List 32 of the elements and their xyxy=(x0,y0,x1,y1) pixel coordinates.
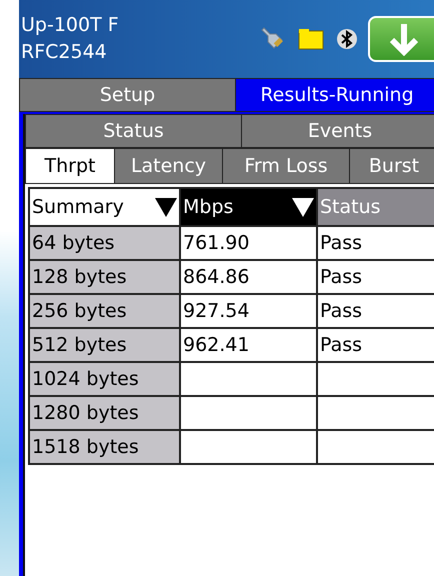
tab[interactable]: Results-Running xyxy=(235,78,434,112)
throughput-value: 761.90 xyxy=(183,232,250,254)
tab[interactable]: Latency xyxy=(114,148,222,184)
column-header: Status xyxy=(320,196,381,218)
dropdown-triangle-icon[interactable] xyxy=(292,197,314,217)
dropdown-triangle-icon[interactable] xyxy=(155,197,177,217)
down-arrow-icon xyxy=(389,22,419,56)
frame-size-label: 64 bytes xyxy=(32,232,115,254)
frame-size-label: 512 bytes xyxy=(32,334,127,356)
device-title: Up-100T F xyxy=(21,13,120,38)
frame-size-label: 128 bytes xyxy=(32,266,127,288)
status-value: Pass xyxy=(320,232,362,254)
status-value: Pass xyxy=(320,300,362,322)
tab[interactable]: Burst xyxy=(349,148,434,184)
frame-size-label: 1024 bytes xyxy=(32,368,139,390)
tab[interactable]: Thrpt xyxy=(25,148,114,184)
tab[interactable]: Status xyxy=(25,114,241,148)
download-button[interactable] xyxy=(368,16,434,62)
tab[interactable]: Events xyxy=(241,114,434,148)
device-title: RFC2544 xyxy=(21,40,108,65)
tab[interactable]: Frm Loss xyxy=(222,148,349,184)
throughput-value: 864.86 xyxy=(183,266,250,288)
status-value: Pass xyxy=(320,334,362,356)
frame-size-label: 256 bytes xyxy=(32,300,127,322)
frame-size-label: 1280 bytes xyxy=(32,402,139,424)
throughput-value: 927.54 xyxy=(183,300,250,322)
throughput-value: 962.41 xyxy=(183,334,250,356)
status-value: Pass xyxy=(320,266,362,288)
folder-icon xyxy=(298,28,324,50)
bluetooth-icon xyxy=(336,28,358,50)
frame-size-label: 1518 bytes xyxy=(32,436,139,458)
tab[interactable]: Setup xyxy=(19,78,235,112)
